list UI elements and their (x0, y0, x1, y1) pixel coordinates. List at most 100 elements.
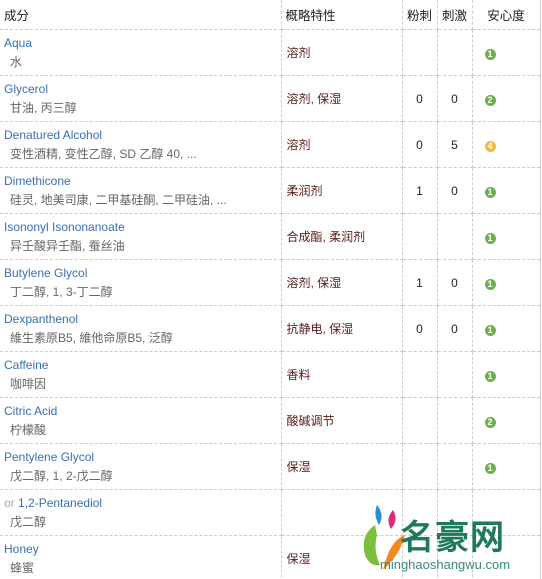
ingredient-name-link[interactable]: Caffeine (4, 357, 281, 373)
safety-cell: 4 (472, 121, 541, 168)
table-row: Butylene Glycol 丁二醇, 1, 3-丁二醇 溶剂, 保湿 1 0… (0, 259, 541, 306)
ingredient-name: Butylene Glycol (4, 266, 88, 280)
ingredient-alias: 咖啡因 (10, 377, 47, 391)
safety-cell: 1 (472, 351, 541, 398)
ingredient-name: Isononyl Isononanoate (4, 220, 125, 234)
or-prefix: or (4, 496, 19, 510)
safety-badge: 2 (484, 416, 496, 428)
safety-badge: 1 (484, 232, 496, 244)
table-row: Citric Acid 柠檬酸 酸碱调节 2 (0, 397, 541, 444)
header-safety[interactable]: 安心度 (472, 0, 541, 30)
ingredient-cell: Citric Acid 柠檬酸 (0, 397, 282, 444)
ingredient-table: 成分 概略特性 粉刺 刺激 安心度 Aqua 水 溶剂 1 Glycerol 甘… (0, 0, 541, 579)
ingredient-table-view: 成分 概略特性 粉刺 刺激 安心度 Aqua 水 溶剂 1 Glycerol 甘… (0, 0, 542, 579)
acne-cell (402, 351, 438, 398)
function-cell: 酸碱调节 (281, 397, 403, 444)
ingredient-cell: Pentylene Glycol 戊二醇, 1, 2-戊二醇 (0, 443, 282, 490)
ingredient-cell: or 1,2-Pentanediol 戊二醇 (0, 489, 282, 536)
safety-cell: 1 (472, 305, 541, 352)
safety-badge: 2 (484, 94, 496, 106)
ingredient-name-link[interactable]: Pentylene Glycol (4, 449, 281, 465)
ingredient-alias: 甘油, 丙三醇 (10, 101, 77, 115)
table-row: Caffeine 咖啡因 香料 1 (0, 351, 541, 398)
acne-cell: 0 (402, 305, 438, 352)
irritation-cell: 0 (437, 75, 473, 122)
safety-cell: 2 (472, 397, 541, 444)
function-cell: 抗静电, 保湿 (281, 305, 403, 352)
ingredient-alias: 維生素原B5, 維他命原B5, 泛醇 (10, 331, 173, 345)
irritation-cell (437, 351, 473, 398)
header-irritation[interactable]: 刺激 (437, 0, 473, 30)
watermark-title: 名豪网 (400, 519, 505, 557)
ingredient-name: Aqua (4, 36, 33, 50)
function-cell: 溶剂 (281, 29, 403, 76)
ingredient-alias: 柠檬酸 (10, 423, 47, 437)
ingredient-alias: 蜂蜜 (10, 561, 35, 575)
ingredient-name: Honey (4, 542, 39, 556)
function-cell: 溶剂 (281, 121, 403, 168)
table-row: Pentylene Glycol 戊二醇, 1, 2-戊二醇 保湿 1 (0, 443, 541, 490)
acne-cell (402, 443, 438, 490)
safety-cell: 1 (472, 29, 541, 76)
function-cell: 合成酯, 柔润剂 (281, 213, 403, 260)
ingredient-name: Denatured Alcohol (4, 128, 103, 142)
safety-cell: 2 (472, 75, 541, 122)
ingredient-cell: Butylene Glycol 丁二醇, 1, 3-丁二醇 (0, 259, 282, 306)
acne-cell: 1 (402, 167, 438, 214)
header-function[interactable]: 概略特性 (281, 0, 403, 30)
acne-cell (402, 213, 438, 260)
ingredient-name-link[interactable]: Honey (4, 541, 281, 557)
acne-cell: 0 (402, 75, 438, 122)
irritation-cell (437, 443, 473, 490)
acne-cell: 1 (402, 259, 438, 306)
irritation-cell: 5 (437, 121, 473, 168)
irritation-cell (437, 397, 473, 444)
acne-cell (402, 397, 438, 444)
ingredient-cell: Glycerol 甘油, 丙三醇 (0, 75, 282, 122)
safety-badge: 1 (484, 370, 496, 382)
header-acne[interactable]: 粉刺 (402, 0, 438, 30)
ingredient-cell: Honey 蜂蜜 (0, 535, 282, 579)
ingredient-cell: Aqua 水 (0, 29, 282, 76)
table-row: Aqua 水 溶剂 1 (0, 29, 541, 76)
ingredient-name-link[interactable]: Glycerol (4, 81, 281, 97)
safety-badge: 1 (484, 324, 496, 336)
function-cell: 溶剂, 保湿 (281, 259, 403, 306)
table-row: Dimethicone 硅灵, 地美司康, 二甲基硅酮, 二甲硅油, ... 柔… (0, 167, 541, 214)
header-ingredient[interactable]: 成分 (0, 0, 282, 30)
acne-cell (402, 29, 438, 76)
irritation-cell (437, 29, 473, 76)
ingredient-name: Dimethicone (4, 174, 71, 188)
ingredient-name-link[interactable]: Citric Acid (4, 403, 281, 419)
table-row: Dexpanthenol 維生素原B5, 維他命原B5, 泛醇 抗静电, 保湿 … (0, 305, 541, 352)
safety-badge: 1 (484, 48, 496, 60)
table-row: Denatured Alcohol 变性酒精, 变性乙醇, SD 乙醇 40, … (0, 121, 541, 168)
ingredient-cell: Denatured Alcohol 变性酒精, 变性乙醇, SD 乙醇 40, … (0, 121, 282, 168)
table-row: Isononyl Isononanoate 异壬酸异壬酯, 蚕丝油 合成酯, 柔… (0, 213, 541, 260)
ingredient-cell: Caffeine 咖啡因 (0, 351, 282, 398)
table-header: 成分 概略特性 粉刺 刺激 安心度 (0, 0, 541, 30)
ingredient-name: Pentylene Glycol (4, 450, 95, 464)
ingredient-name-link[interactable]: Isononyl Isononanoate (4, 219, 281, 235)
safety-badge: 1 (484, 278, 496, 290)
irritation-cell (437, 213, 473, 260)
table-row: Glycerol 甘油, 丙三醇 溶剂, 保湿 0 0 2 (0, 75, 541, 122)
ingredient-name-link[interactable]: or 1,2-Pentanediol (4, 495, 281, 511)
ingredient-name-link[interactable]: Butylene Glycol (4, 265, 281, 281)
ingredient-name: 1,2-Pentanediol (18, 496, 103, 510)
safety-cell: 1 (472, 443, 541, 490)
ingredient-name-link[interactable]: Denatured Alcohol (4, 127, 281, 143)
ingredient-name-link[interactable]: Aqua (4, 35, 281, 51)
acne-cell: 0 (402, 121, 438, 168)
ingredient-cell: Isononyl Isononanoate 异壬酸异壬酯, 蚕丝油 (0, 213, 282, 260)
safety-badge: 1 (484, 186, 496, 198)
safety-cell: 1 (472, 213, 541, 260)
irritation-cell: 0 (437, 305, 473, 352)
function-cell: 香料 (281, 351, 403, 398)
ingredient-name-link[interactable]: Dimethicone (4, 173, 281, 189)
function-cell: 溶剂, 保湿 (281, 75, 403, 122)
function-cell: 保湿 (281, 443, 403, 490)
ingredient-name-link[interactable]: Dexpanthenol (4, 311, 281, 327)
ingredient-name: Glycerol (4, 82, 49, 96)
ingredient-alias: 硅灵, 地美司康, 二甲基硅酮, 二甲硅油, ... (10, 193, 227, 207)
